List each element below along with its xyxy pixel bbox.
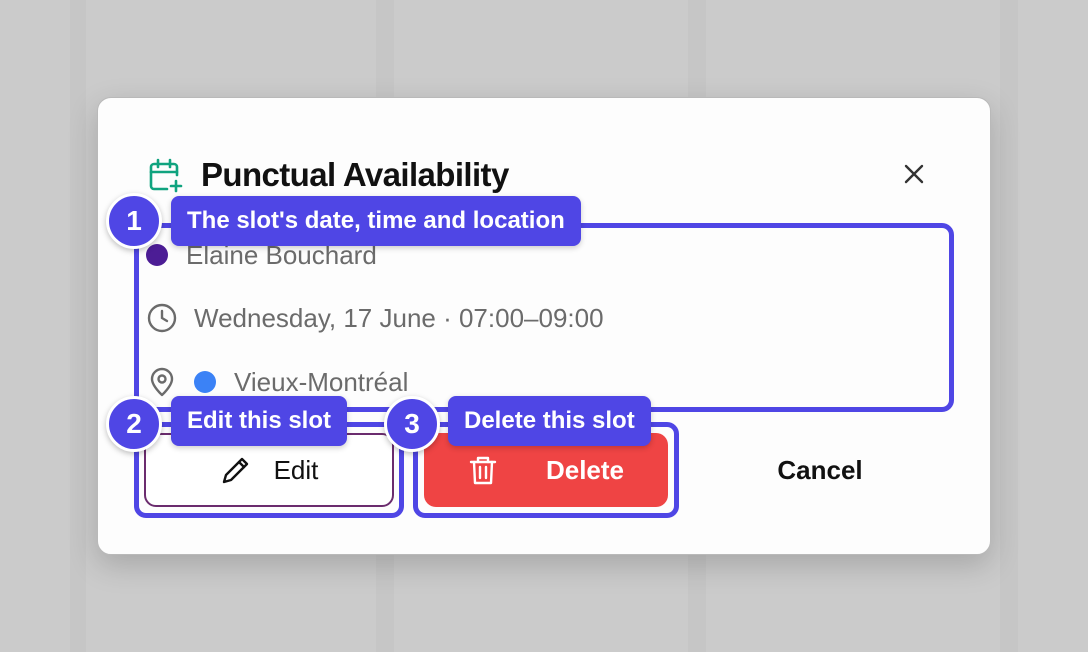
delete-button-label: Delete (545, 454, 625, 485)
map-pin-icon (146, 366, 178, 398)
pencil-icon (222, 457, 248, 484)
trash-icon (469, 456, 497, 485)
location-row: Vieux-Montréal (146, 364, 408, 400)
datetime-row: Wednesday, 17 June · 07:00–09:00 (146, 301, 604, 335)
close-icon[interactable] (902, 162, 926, 186)
location-name: Vieux-Montréal (234, 366, 409, 397)
calendar-plus-icon (147, 157, 183, 193)
annotation-label-3: Delete this slot (448, 396, 651, 446)
backdrop-stripe (1000, 0, 1018, 652)
cancel-button-label: Cancel (777, 454, 863, 485)
person-color-dot (146, 244, 168, 266)
annotation-label-2: Edit this slot (171, 396, 347, 446)
backdrop-stripe (70, 0, 86, 652)
clock-icon (146, 302, 178, 334)
location-color-dot (194, 371, 216, 393)
annotation-badge-3: 3 (384, 396, 440, 452)
annotation-badge-1: 1 (106, 193, 162, 249)
dialog-title: Punctual Availability (201, 156, 509, 193)
annotation-label-1: The slot's date, time and location (171, 196, 581, 246)
dialog-header: Punctual Availability (147, 155, 509, 195)
edit-button-label: Edit (273, 454, 319, 485)
annotation-badge-2: 2 (106, 396, 162, 452)
slot-datetime: Wednesday, 17 June · 07:00–09:00 (194, 302, 604, 333)
close-button[interactable] (896, 156, 932, 192)
cancel-button[interactable]: Cancel (700, 433, 940, 507)
